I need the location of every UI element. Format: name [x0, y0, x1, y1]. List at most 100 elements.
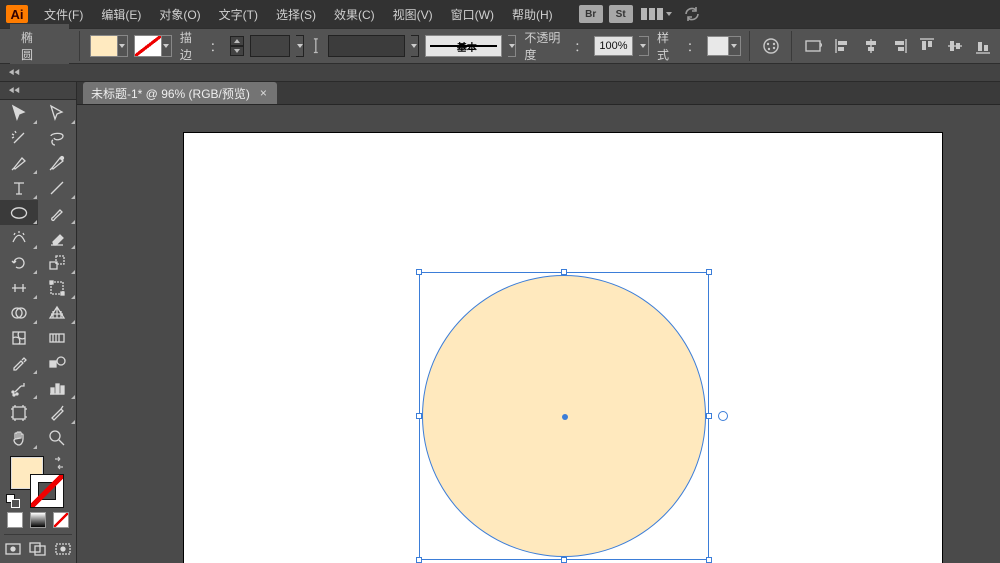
style-label: 样式: [655, 29, 679, 63]
pie-angle-handle[interactable]: [718, 411, 728, 421]
slice-tool[interactable]: [38, 400, 76, 425]
stroke-weight-field[interactable]: [250, 35, 290, 57]
menu-file[interactable]: 文件(F): [36, 2, 91, 27]
menu-type[interactable]: 文字(T): [211, 2, 266, 27]
magic-wand-tool[interactable]: [0, 125, 38, 150]
align-left-icon[interactable]: [830, 33, 856, 59]
default-fill-stroke-icon[interactable]: [6, 494, 20, 508]
lasso-tool[interactable]: [38, 125, 76, 150]
menu-window[interactable]: 窗口(W): [443, 2, 502, 27]
document-tab[interactable]: 未标题-1* @ 96% (RGB/预览) ×: [83, 82, 277, 104]
draw-behind-icon[interactable]: [25, 537, 50, 561]
artboard-tool[interactable]: [0, 400, 38, 425]
opacity-dropdown[interactable]: [639, 36, 649, 56]
color-mode-gradient[interactable]: [30, 512, 46, 528]
selection-handle-ne[interactable]: [706, 269, 712, 275]
color-mode-solid[interactable]: [7, 512, 23, 528]
opacity-field[interactable]: 100%: [594, 36, 632, 56]
brush-definition-field[interactable]: 基本: [425, 35, 502, 57]
free-transform-tool[interactable]: [38, 275, 76, 300]
document-tab-title: 未标题-1* @ 96% (RGB/预览): [91, 85, 250, 102]
colon3: ：: [685, 38, 701, 55]
zoom-tool[interactable]: [38, 425, 76, 450]
type-tool[interactable]: [0, 175, 38, 200]
align-bottom-icon[interactable]: [970, 33, 996, 59]
canvas[interactable]: [77, 105, 1000, 563]
stroke-label: 描边: [178, 29, 202, 63]
mesh-tool[interactable]: [0, 325, 38, 350]
curvature-tool[interactable]: [38, 150, 76, 175]
align-vcenter-icon[interactable]: [942, 33, 968, 59]
align-right-icon[interactable]: [886, 33, 912, 59]
eyedropper-tool[interactable]: [0, 350, 38, 375]
shaper-tool[interactable]: [0, 225, 38, 250]
divider3: [791, 31, 792, 61]
collapse-panels-strip[interactable]: ◄◄: [0, 64, 1000, 82]
symbol-sprayer-tool[interactable]: [0, 375, 38, 400]
align-top-icon[interactable]: [914, 33, 940, 59]
menu-effect[interactable]: 效果(C): [326, 2, 383, 27]
pen-tool[interactable]: [0, 150, 38, 175]
draw-normal-icon[interactable]: [0, 537, 25, 561]
paintbrush-tool[interactable]: [38, 200, 76, 225]
selection-handle-nw[interactable]: [416, 269, 422, 275]
align-hcenter-icon[interactable]: [858, 33, 884, 59]
fill-swatch-dropdown[interactable]: [118, 35, 128, 57]
document-tab-strip: 未标题-1* @ 96% (RGB/预览) ×: [77, 82, 1000, 105]
chevrons-left-icon-2: ◄◄: [7, 67, 18, 78]
selection-tool[interactable]: [0, 100, 38, 125]
shape-builder-tool[interactable]: [0, 300, 38, 325]
direct-selection-tool[interactable]: [38, 100, 76, 125]
stock-button[interactable]: St: [609, 5, 633, 23]
selection-handle-s[interactable]: [561, 557, 567, 563]
variable-width-icon[interactable]: [310, 35, 322, 57]
selection-handle-n[interactable]: [561, 269, 567, 275]
eraser-tool[interactable]: [38, 225, 76, 250]
rotate-tool[interactable]: [0, 250, 38, 275]
color-mode-none[interactable]: [53, 512, 69, 528]
align-to-artboard-icon[interactable]: [802, 33, 824, 59]
scale-tool[interactable]: [38, 250, 76, 275]
selection-handle-se[interactable]: [706, 557, 712, 563]
ellipse-tool[interactable]: [0, 200, 38, 225]
perspective-grid-tool[interactable]: [38, 300, 76, 325]
line-segment-tool[interactable]: [38, 175, 76, 200]
stroke-swatch-dropdown[interactable]: [162, 35, 172, 57]
sync-settings-icon[interactable]: [683, 5, 701, 23]
menu-help[interactable]: 帮助(H): [504, 2, 561, 27]
opacity-label: 不透明度: [522, 29, 566, 63]
draw-mode-row: [0, 510, 76, 532]
close-tab-icon[interactable]: ×: [258, 86, 269, 100]
variable-width-dropdown[interactable]: [411, 35, 420, 57]
menu-edit[interactable]: 编辑(E): [93, 2, 149, 27]
gradient-tool[interactable]: [38, 325, 76, 350]
menu-select[interactable]: 选择(S): [268, 2, 324, 27]
graphic-style-swatch[interactable]: [707, 36, 729, 56]
bridge-button[interactable]: Br: [579, 5, 603, 23]
selection-handle-e[interactable]: [706, 413, 712, 419]
stroke-weight-spinner[interactable]: [230, 36, 244, 56]
stroke-weight-dropdown[interactable]: [296, 35, 305, 57]
options-bar: 椭圆 描边 ： 基本 不透明度 ： 100% 样式 ：: [0, 28, 1000, 64]
blend-tool[interactable]: [38, 350, 76, 375]
stroke-color-swatch[interactable]: [30, 474, 64, 508]
stroke-swatch[interactable]: [134, 35, 162, 57]
menu-object[interactable]: 对象(O): [151, 2, 208, 27]
draw-inside-icon[interactable]: [51, 537, 76, 561]
menu-bar: Ai 文件(F) 编辑(E) 对象(O) 文字(T) 选择(S) 效果(C) 视…: [0, 0, 1000, 28]
selection-handle-w[interactable]: [416, 413, 422, 419]
recolor-artwork-icon[interactable]: [760, 33, 782, 59]
tools-collapse-strip[interactable]: ◄◄: [0, 82, 76, 100]
selected-shape-label[interactable]: 椭圆: [10, 24, 69, 68]
graphic-style-dropdown[interactable]: [729, 36, 741, 56]
brush-definition-dropdown[interactable]: [508, 35, 517, 57]
fill-swatch[interactable]: [90, 35, 118, 57]
variable-width-field[interactable]: [328, 35, 405, 57]
column-graph-tool[interactable]: [38, 375, 76, 400]
hand-tool[interactable]: [0, 425, 38, 450]
arrange-documents-button[interactable]: [641, 5, 671, 23]
width-tool[interactable]: [0, 275, 38, 300]
selection-handle-sw[interactable]: [416, 557, 422, 563]
swap-fill-stroke-icon[interactable]: [52, 456, 66, 470]
menu-view[interactable]: 视图(V): [385, 2, 441, 27]
